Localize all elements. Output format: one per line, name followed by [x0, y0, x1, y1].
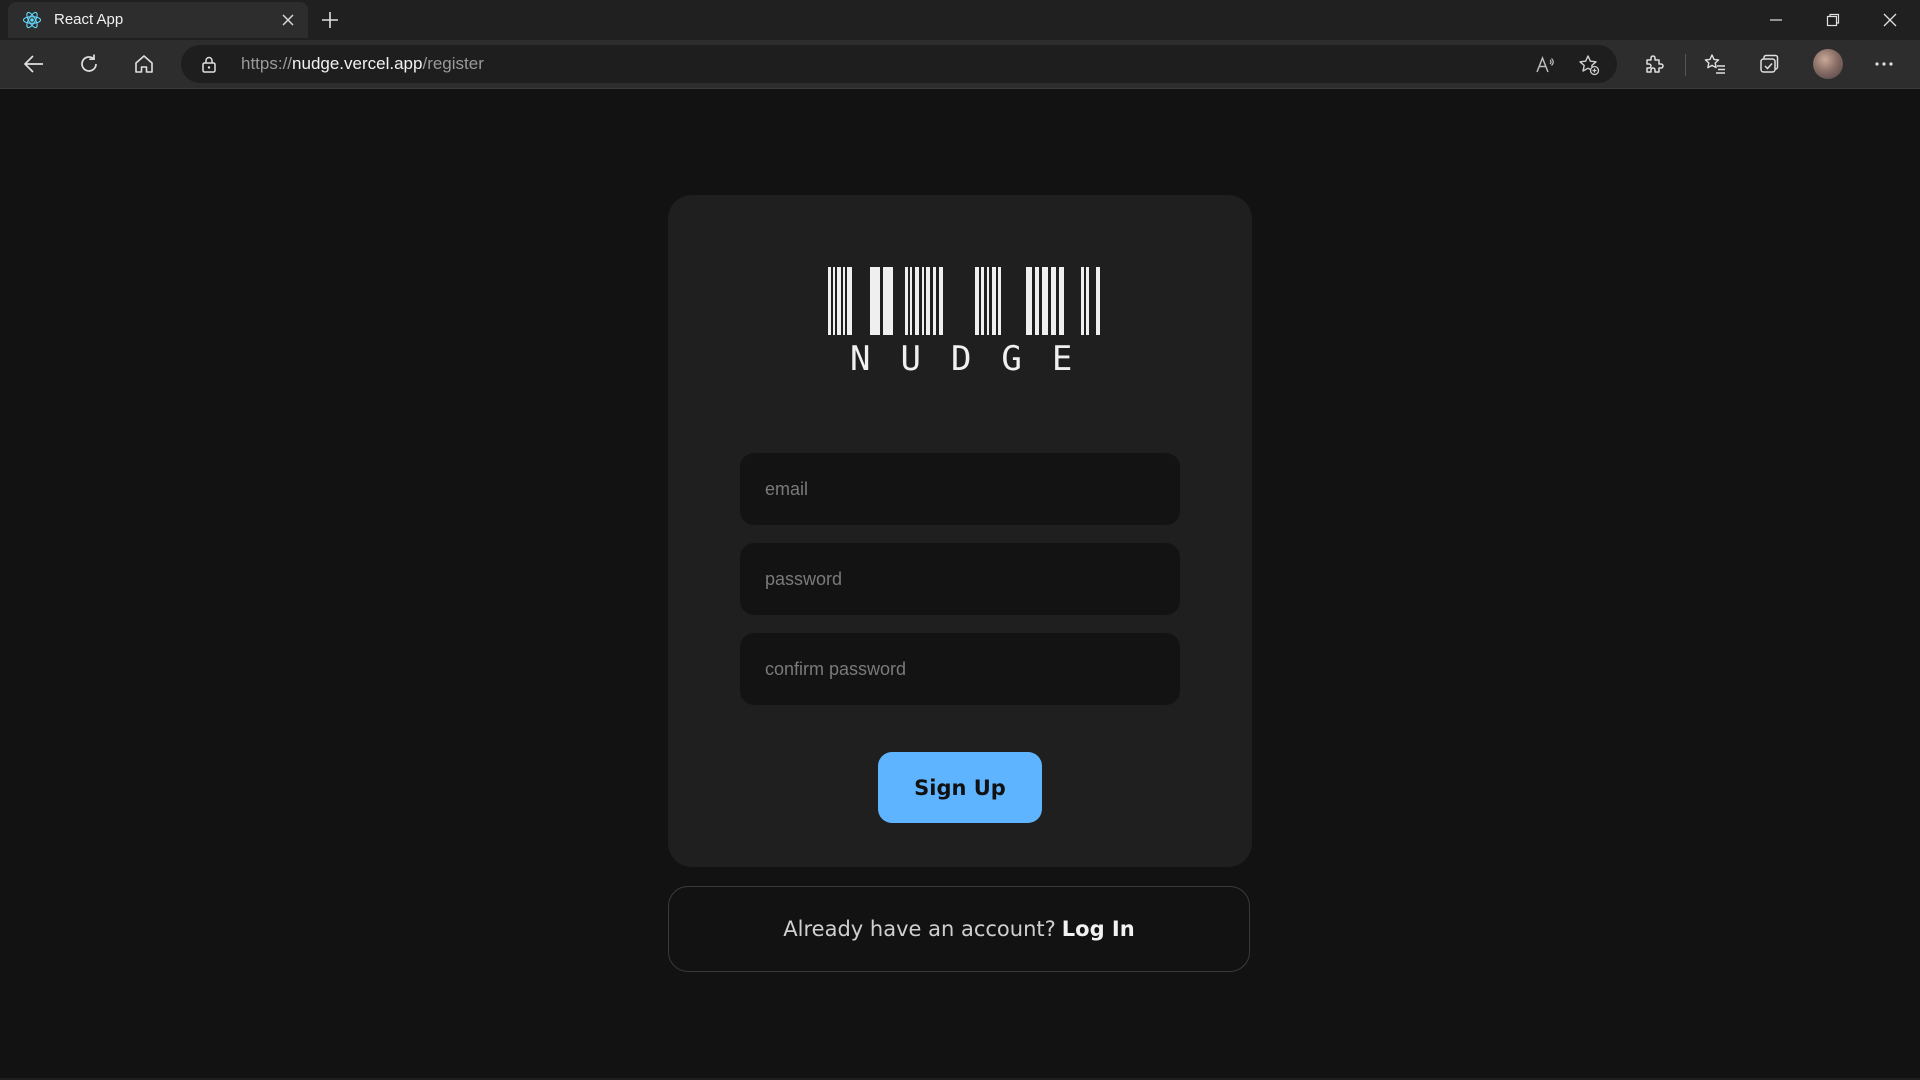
- lock-icon[interactable]: [199, 54, 219, 74]
- url-text[interactable]: https://nudge.vercel.app/register: [241, 54, 484, 74]
- url-host: nudge.vercel.app: [292, 54, 423, 73]
- read-aloud-icon[interactable]: [1532, 52, 1558, 78]
- email-field[interactable]: [740, 453, 1180, 525]
- tab-title: React App: [54, 11, 124, 28]
- restore-icon[interactable]: [1805, 0, 1861, 40]
- sign-up-button[interactable]: Sign Up: [878, 752, 1042, 823]
- barcode-icon: [828, 267, 1100, 335]
- collections-icon[interactable]: [1755, 50, 1783, 78]
- log-in-link[interactable]: Log In: [1062, 917, 1135, 941]
- window-close-icon[interactable]: [1862, 0, 1918, 40]
- password-field[interactable]: [740, 543, 1180, 615]
- address-bar[interactable]: https://nudge.vercel.app/register: [181, 45, 1617, 83]
- browser-tab[interactable]: React App: [8, 2, 308, 38]
- browser-toolbar: https://nudge.vercel.app/register: [0, 40, 1920, 89]
- favorites-list-icon[interactable]: [1701, 50, 1729, 78]
- home-icon[interactable]: [130, 50, 158, 78]
- register-card: NUDGE Sign Up: [668, 195, 1252, 867]
- more-dots-icon[interactable]: [1870, 50, 1898, 78]
- tab-bar: React App: [0, 0, 1920, 40]
- url-scheme: https://: [241, 54, 293, 73]
- nudge-logo: NUDGE: [820, 267, 1100, 383]
- close-icon[interactable]: [278, 10, 298, 30]
- puzzle-icon[interactable]: [1640, 50, 1668, 78]
- confirm-password-field[interactable]: [740, 633, 1180, 705]
- add-favorite-icon[interactable]: [1576, 52, 1602, 78]
- plus-icon[interactable]: [318, 8, 342, 32]
- react-icon: [22, 10, 42, 30]
- back-arrow-icon[interactable]: [20, 50, 48, 78]
- logo-text: NUDGE: [850, 339, 1103, 379]
- toolbar-divider: [1685, 54, 1686, 76]
- minimize-icon[interactable]: [1748, 0, 1804, 40]
- avatar[interactable]: [1813, 49, 1843, 79]
- refresh-icon[interactable]: [75, 50, 103, 78]
- login-prompt-text: Already have an account?: [783, 917, 1056, 941]
- url-path: /register: [422, 54, 484, 73]
- login-prompt-box: Already have an account? Log In: [668, 886, 1250, 972]
